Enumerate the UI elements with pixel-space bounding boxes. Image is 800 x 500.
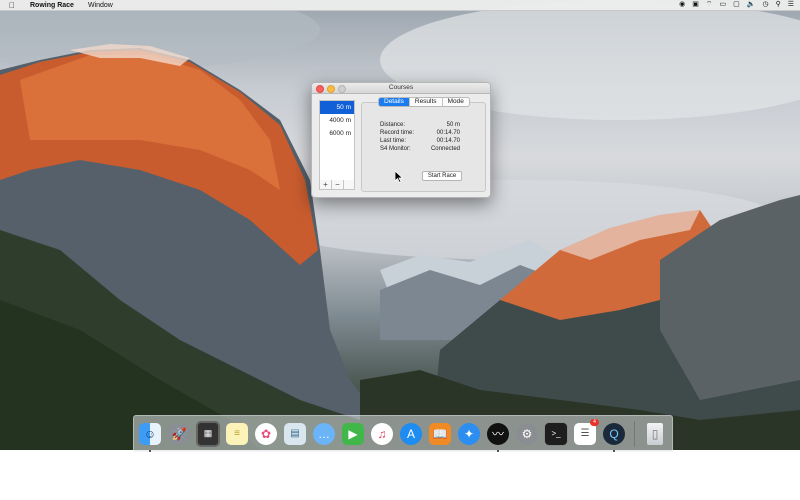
ibooks-icon: 📖 (429, 422, 451, 445)
last-time-value: 00:14.70 (436, 138, 460, 144)
dock-item-terminal[interactable]: >_ (544, 421, 568, 446)
mission-control-icon: ▦ (196, 420, 220, 447)
notification-icon[interactable]: ▣ (692, 1, 699, 9)
traffic-lights (316, 85, 346, 93)
dock-separator (634, 420, 635, 447)
dock-item-safari[interactable]: ✦ (457, 422, 481, 446)
facetime-icon: ▶ (342, 422, 364, 445)
course-list-controls: + − (319, 180, 355, 190)
system-preferences-icon: ⚙ (516, 422, 538, 445)
volume-icon[interactable]: 🔈 (747, 1, 756, 9)
add-course-button[interactable]: + (320, 180, 332, 189)
dock-item-itunes[interactable]: ♫ (370, 422, 394, 446)
dock-item-facetime[interactable]: ▶ (341, 422, 365, 446)
record-time-value: 00:14.70 (436, 130, 460, 136)
dock-item-reminders[interactable]: ☰ 4 (573, 418, 599, 446)
running-indicator (497, 449, 499, 452)
running-indicator (613, 449, 615, 452)
reminders-badge: 4 (590, 418, 599, 426)
itunes-icon: ♫ (371, 422, 393, 445)
status-area: ◉ ▣ ⌔ ▭ ▢ 🔈 ◷ ⚲ ☰ (679, 1, 794, 9)
screen-icon[interactable]: ▢ (733, 1, 740, 9)
close-icon[interactable] (316, 85, 324, 93)
start-race-button[interactable]: Start Race (422, 171, 462, 181)
dock-item-trash[interactable]: ▯ (643, 422, 667, 446)
monitor-row: S4 Monitor: Connected (380, 145, 460, 153)
preview-icon: ▤ (284, 422, 306, 445)
last-time-label: Last time: (380, 138, 407, 144)
remove-course-button[interactable]: − (332, 180, 344, 189)
desktop-wallpaper (0, 0, 800, 450)
window-menu[interactable]: Window (88, 2, 113, 9)
details-panel: Distance: 50 m Record time: 00:14.70 Las… (361, 102, 486, 192)
tab-mode[interactable]: Mode (443, 98, 469, 106)
app-store-icon: A (400, 422, 422, 445)
trash-icon: ▯ (647, 422, 663, 445)
course-item-6000m[interactable]: 6000 m (320, 127, 354, 140)
minimize-icon[interactable] (327, 85, 335, 93)
monitor-label: S4 Monitor: (380, 146, 411, 152)
window-title: Courses (388, 84, 414, 91)
record-time-label: Record time: (380, 130, 415, 136)
photos-icon: ✿ (255, 422, 277, 445)
list-icon[interactable]: ☰ (788, 1, 794, 9)
messages-icon: … (313, 422, 335, 445)
dock-item-system-preferences[interactable]: ⚙ (515, 422, 539, 446)
notes-icon: ≡ (226, 422, 248, 445)
running-indicator (149, 449, 151, 452)
distance-row: Distance: 50 m (380, 121, 460, 129)
clock-icon[interactable]: ◷ (762, 1, 768, 9)
dock: ☺ 🚀 ▦ ≡ ✿ ▤ … ▶ ♫ A 📖 ✦ 〰 ⚙ >_ ☰ 4 Q ▯ (133, 415, 673, 452)
finder-icon: ☺ (139, 422, 161, 445)
tab-details[interactable]: Details (379, 98, 410, 106)
monitor-value: Connected (430, 146, 460, 152)
wallpaper-art (0, 0, 800, 450)
dock-item-app-store[interactable]: A (399, 422, 423, 446)
safari-icon: ✦ (458, 422, 480, 445)
tab-bar: Details Results Mode (378, 97, 470, 107)
dock-item-launchpad[interactable]: 🚀 (167, 422, 191, 446)
dock-item-mission-control[interactable]: ▦ (196, 420, 220, 447)
zoom-icon[interactable] (338, 85, 346, 93)
course-list: 50 m 4000 m 6000 m (319, 100, 355, 182)
record-time-row: Record time: 00:14.70 (380, 129, 460, 137)
reminders-icon: ☰ (574, 422, 596, 445)
launchpad-icon: 🚀 (168, 422, 190, 445)
dock-item-quicktime[interactable]: Q (602, 422, 626, 452)
dock-item-finder[interactable]: ☺ (138, 422, 162, 452)
dock-item-messages[interactable]: … (312, 422, 336, 446)
search-icon[interactable]: ⚲ (776, 1, 781, 9)
record-icon[interactable]: ◉ (679, 1, 685, 9)
quicktime-icon: Q (603, 422, 625, 445)
app-menu[interactable]: Rowing Race (30, 2, 74, 9)
dock-item-ibooks[interactable]: 📖 (428, 422, 452, 446)
terminal-icon: >_ (544, 421, 568, 446)
dock-item-notes[interactable]: ≡ (225, 422, 249, 446)
details-info: Distance: 50 m Record time: 00:14.70 Las… (380, 121, 460, 153)
dock-item-preview[interactable]: ▤ (283, 422, 307, 446)
distance-value: 50 m (446, 122, 460, 128)
course-item-50m[interactable]: 50 m (320, 101, 354, 114)
mouse-cursor-icon (395, 171, 403, 183)
distance-label: Distance: (380, 122, 406, 128)
dock-item-rowing-race[interactable]: 〰 (486, 422, 510, 452)
apple-menu-icon[interactable]:  (8, 1, 16, 10)
last-time-row: Last time: 00:14.70 (380, 137, 460, 145)
wifi-icon[interactable]: ⌔ (706, 1, 713, 9)
rowing-race-icon: 〰 (487, 422, 509, 445)
menu-bar:  Rowing Race Window ◉ ▣ ⌔ ▭ ▢ 🔈 ◷ ⚲ ☰ (0, 0, 800, 11)
course-item-4000m[interactable]: 4000 m (320, 114, 354, 127)
dock-item-photos[interactable]: ✿ (254, 422, 278, 446)
tab-results[interactable]: Results (410, 98, 443, 106)
battery-icon[interactable]: ▭ (720, 1, 727, 9)
window-titlebar[interactable]: Courses (312, 83, 490, 94)
